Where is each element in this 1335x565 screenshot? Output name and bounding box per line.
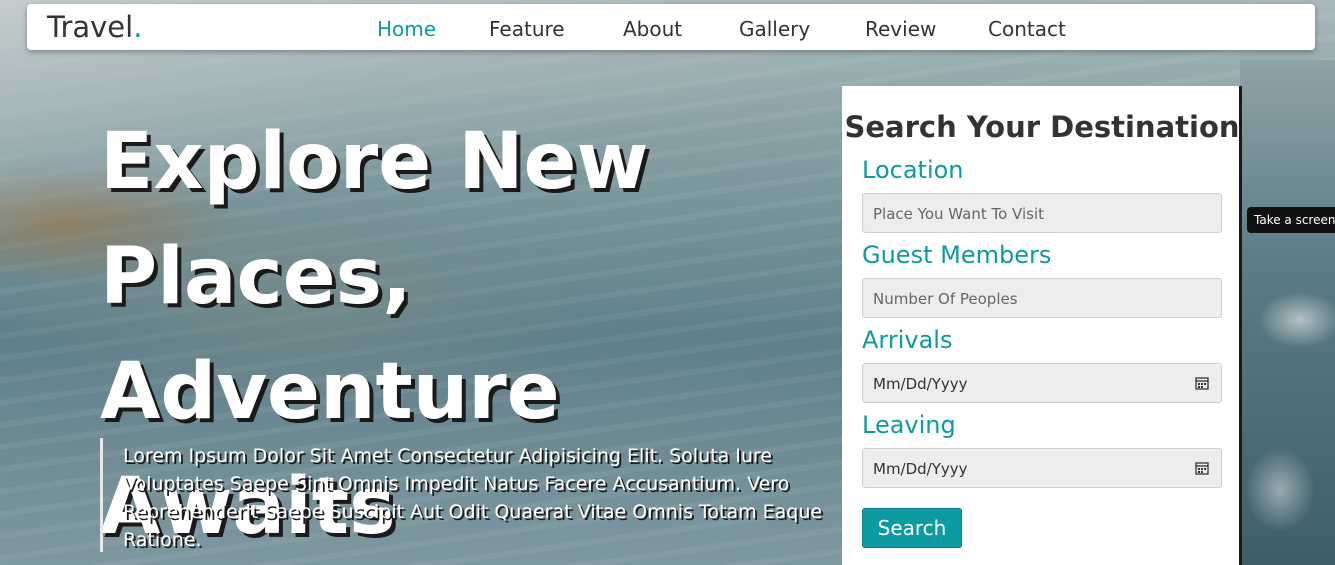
- screenshot-tooltip: Take a screens: [1247, 207, 1335, 233]
- guests-label: Guest Members: [862, 241, 1052, 269]
- nav-link-home[interactable]: Home: [377, 17, 436, 41]
- location-label: Location: [862, 156, 964, 184]
- arrivals-date-value: Mm/Dd/Yyyy: [873, 375, 968, 393]
- hero-background-right: [1240, 60, 1335, 565]
- calendar-icon[interactable]: [1195, 461, 1209, 475]
- search-button[interactable]: Search: [862, 508, 962, 548]
- leaving-date-input[interactable]: Mm/Dd/Yyyy: [862, 448, 1222, 488]
- hero-title-line-2: Places,: [100, 232, 412, 322]
- search-form: Search Your Destination Location Place Y…: [842, 86, 1242, 565]
- leaving-date-value: Mm/Dd/Yyyy: [873, 460, 968, 478]
- calendar-icon[interactable]: [1195, 376, 1209, 390]
- nav-link-about[interactable]: About: [623, 17, 682, 41]
- leaving-label: Leaving: [862, 411, 956, 439]
- logo[interactable]: Travel.: [47, 10, 142, 44]
- nav-link-review[interactable]: Review: [865, 17, 936, 41]
- nav-link-contact[interactable]: Contact: [988, 17, 1066, 41]
- nav-link-feature[interactable]: Feature: [489, 17, 565, 41]
- navbar: Travel. Home Feature About Gallery Revie…: [27, 4, 1315, 50]
- location-placeholder: Place You Want To Visit: [873, 205, 1045, 223]
- form-title: Search Your Destination: [844, 110, 1240, 144]
- hero-title-line-1: Explore New: [100, 117, 649, 207]
- nav-link-gallery[interactable]: Gallery: [739, 17, 810, 41]
- hero-description: Lorem Ipsum Dolor Sit Amet Consectetur A…: [100, 438, 840, 552]
- location-input[interactable]: Place You Want To Visit: [862, 193, 1222, 233]
- guests-placeholder: Number Of Peoples: [873, 290, 1018, 308]
- arrivals-label: Arrivals: [862, 326, 953, 354]
- arrivals-date-input[interactable]: Mm/Dd/Yyyy: [862, 363, 1222, 403]
- guests-input[interactable]: Number Of Peoples: [862, 278, 1222, 318]
- logo-dot: .: [133, 10, 143, 44]
- logo-text: Travel: [47, 10, 134, 44]
